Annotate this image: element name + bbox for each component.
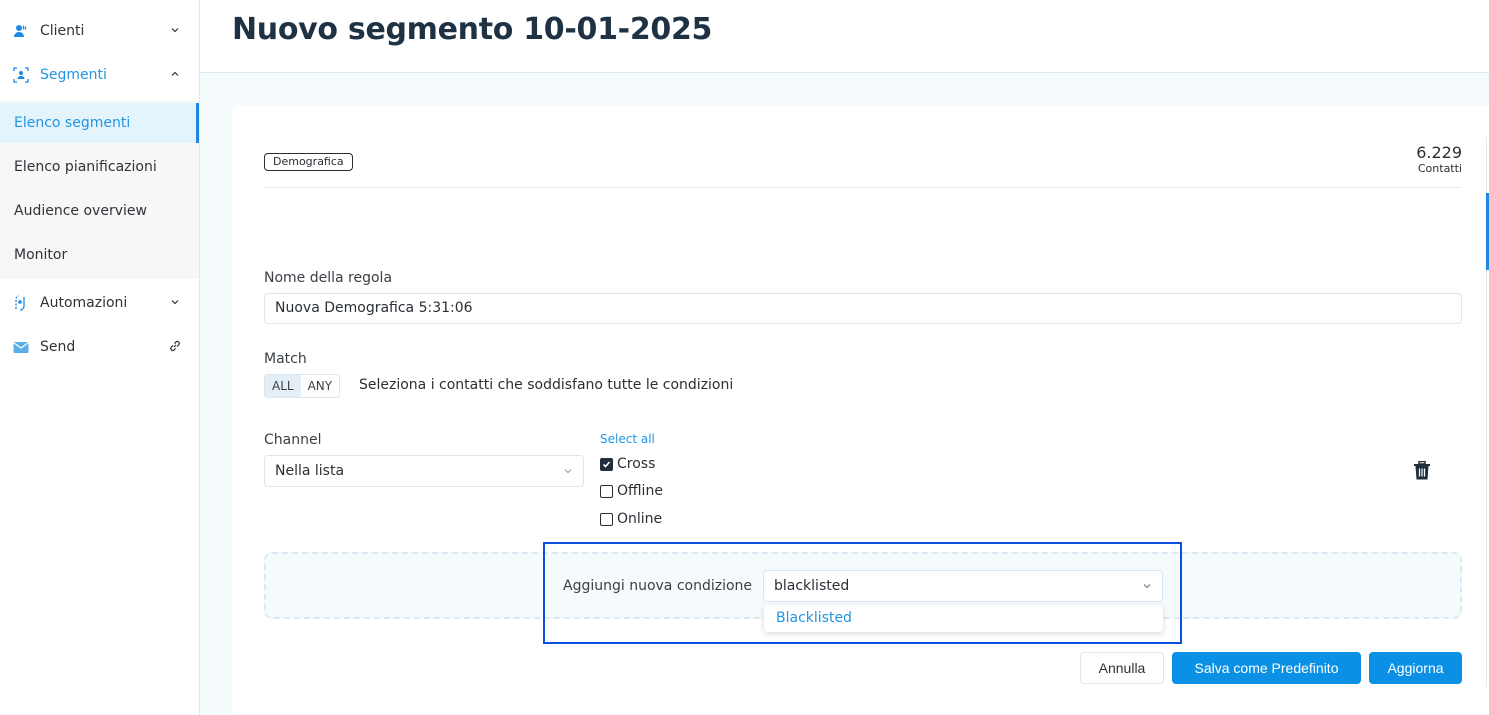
contacts-label: Contatti: [1417, 162, 1462, 175]
segmenti-submenu: Elenco segmenti Elenco pianificazioni Au…: [0, 101, 199, 279]
channel-option-cross[interactable]: Cross: [600, 455, 655, 473]
page-header: Nuovo segmento 10-01-2025: [200, 0, 1489, 73]
sidebar-item-elenco-pianificazioni[interactable]: Elenco pianificazioni: [0, 147, 199, 187]
channel-operator-select[interactable]: Nella lista: [264, 455, 584, 487]
segment-icon: [13, 67, 29, 83]
sidebar: Clienti Segmenti Elenco segmenti Elenco …: [0, 0, 200, 715]
channel-option-online[interactable]: Online: [600, 510, 662, 528]
select-all-link[interactable]: Select all: [600, 432, 655, 446]
sidebar-item-label: Send: [40, 339, 76, 355]
checkbox-checked[interactable]: [600, 457, 613, 471]
sidebar-item-audience-overview[interactable]: Audience overview: [0, 191, 199, 231]
rule-name-input[interactable]: Nuova Demografica 5:31:06: [264, 293, 1462, 324]
check-icon: [602, 460, 611, 468]
checkbox-unchecked[interactable]: [600, 484, 613, 498]
checkbox-unchecked[interactable]: [600, 512, 613, 526]
channel-operator-value: Nella lista: [275, 463, 345, 479]
add-condition-dropdown: Blacklisted: [764, 605, 1163, 632]
sidebar-item-clienti[interactable]: Clienti: [0, 9, 199, 53]
sidebar-item-segmenti[interactable]: Segmenti: [0, 53, 199, 97]
automation-icon: [15, 295, 25, 311]
channel-label: Channel: [264, 432, 322, 448]
page-title: Nuovo segmento 10-01-2025: [232, 12, 713, 47]
users-icon: [14, 25, 27, 37]
match-toggle: ALL ANY: [264, 374, 341, 398]
rule-type-tag: Demografica: [264, 153, 353, 171]
chevron-down-icon: [1143, 584, 1151, 589]
chevron-down-icon: [171, 28, 179, 33]
divider: [264, 187, 1462, 188]
mail-icon: [13, 342, 29, 353]
chevron-up-icon: [171, 71, 179, 76]
match-any-button[interactable]: ANY: [300, 375, 340, 397]
sidebar-item-label: Automazioni: [40, 295, 128, 311]
update-button[interactable]: Aggiorna: [1369, 652, 1462, 684]
match-all-button[interactable]: ALL: [265, 375, 301, 397]
trash-icon[interactable]: [1413, 461, 1431, 480]
sidebar-item-label: Segmenti: [40, 67, 107, 83]
sidebar-item-elenco-segmenti[interactable]: Elenco segmenti: [0, 103, 199, 143]
checkbox-label: Online: [617, 511, 663, 527]
chevron-down-icon: [171, 300, 179, 305]
sidebar-item-automazioni[interactable]: Automazioni: [0, 281, 199, 325]
dropdown-option-blacklisted[interactable]: Blacklisted: [776, 610, 852, 626]
sidebar-item-send[interactable]: Send: [0, 325, 199, 369]
add-condition-label: Aggiungi nuova condizione: [563, 578, 753, 594]
add-condition-select[interactable]: blacklisted: [763, 570, 1163, 602]
cancel-button[interactable]: Annulla: [1080, 652, 1164, 684]
save-default-button[interactable]: Salva come Predefinito: [1172, 652, 1361, 684]
external-link-icon: [170, 340, 180, 352]
sidebar-item-monitor[interactable]: Monitor: [0, 235, 199, 275]
rule-name-label: Nome della regola: [264, 270, 393, 286]
match-description: Seleziona i contatti che soddisfano tutt…: [359, 377, 734, 393]
chevron-down-icon: [564, 469, 572, 474]
contacts-count: 6.229: [1416, 143, 1462, 162]
checkbox-label: Cross: [617, 456, 656, 472]
channel-option-offline[interactable]: Offline: [600, 482, 663, 500]
sidebar-item-label: Clienti: [40, 23, 85, 39]
match-label: Match: [264, 351, 307, 367]
add-condition-search-value[interactable]: blacklisted: [774, 578, 849, 594]
checkbox-label: Offline: [617, 483, 663, 499]
